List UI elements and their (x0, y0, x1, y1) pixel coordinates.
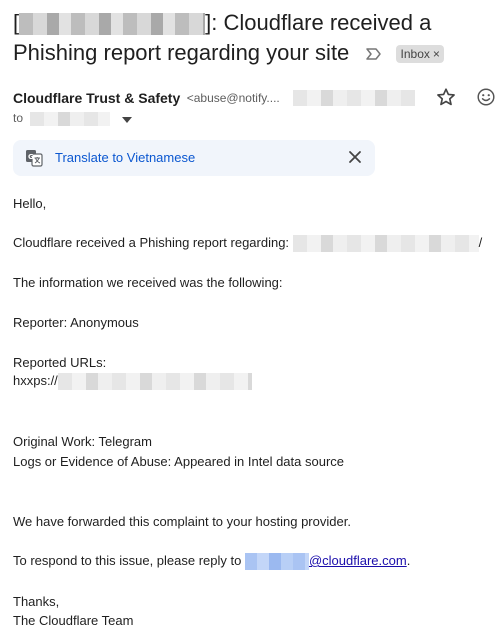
redacted-url (57, 373, 252, 391)
reporter-line: Reporter: Anonymous (13, 315, 139, 330)
reply-email-link[interactable]: @cloudflare.com (309, 553, 407, 568)
original-work-line: Original Work: Telegram (13, 434, 152, 449)
google-translate-icon: G (25, 149, 43, 167)
reported-url: hxxps:// (13, 372, 252, 391)
received-suffix: / (478, 235, 483, 250)
forwarded-line: We have forwarded this complaint to your… (13, 514, 351, 529)
importance-marker-icon[interactable] (365, 39, 383, 69)
close-icon[interactable] (347, 149, 363, 165)
email-subject: []: Cloudflare received a Phishing repor… (13, 8, 483, 69)
redacted-reply-user (244, 553, 309, 571)
star-icon[interactable] (435, 86, 457, 108)
respond-suffix: . (406, 553, 411, 568)
signature-line: The Cloudflare Team (13, 613, 134, 628)
chevron-down-icon[interactable] (121, 112, 132, 126)
sender-name[interactable]: Cloudflare Trust & Safety (13, 90, 180, 106)
recipient-row: to (13, 111, 132, 129)
url-prefix: hxxps:// (13, 373, 58, 388)
respond-text: To respond to this issue, please reply t… (13, 553, 245, 568)
logs-evidence-line: Logs or Evidence of Abuse: Appeared in I… (13, 454, 345, 469)
thanks-line: Thanks, (13, 594, 60, 609)
greeting: Hello, (13, 196, 47, 211)
redacted-site (292, 235, 479, 253)
sender-row: Cloudflare Trust & Safety <abuse@notify.… (13, 86, 495, 109)
reported-urls-label: Reported URLs: (13, 355, 107, 370)
emoji-reaction-icon[interactable] (475, 86, 497, 108)
svg-text:G: G (28, 153, 34, 161)
subject-line1: ]: Cloudflare received a (205, 10, 432, 35)
redacted-date (293, 90, 415, 106)
label-chip-text: Inbox (400, 47, 430, 62)
remove-label-button[interactable]: × (433, 47, 440, 61)
respond-line: To respond to this issue, please reply t… (13, 552, 411, 571)
redacted-recipient (30, 111, 111, 126)
sender-email[interactable]: <abuse@notify.... (187, 91, 280, 105)
received-text: Cloudflare received a Phishing report re… (13, 235, 293, 250)
redacted-domain (19, 13, 206, 36)
info-line: The information we received was the foll… (13, 275, 283, 290)
to-label: to (13, 111, 24, 125)
translate-bar: G Translate to Vietnamese (13, 140, 375, 176)
translate-link[interactable]: Translate to Vietnamese (55, 150, 195, 165)
label-chip-inbox[interactable]: Inbox × (395, 45, 444, 64)
received-line: Cloudflare received a Phishing report re… (13, 234, 483, 253)
subject-line2: Phishing report regarding your site (13, 40, 350, 65)
